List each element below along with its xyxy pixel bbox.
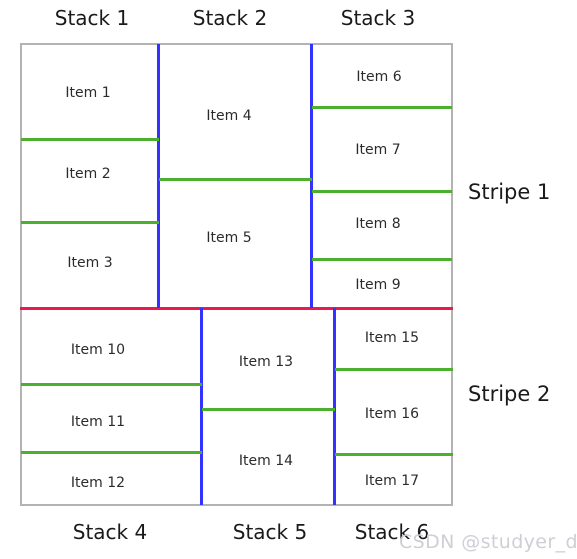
- item-divider-stack6-div1: [335, 368, 453, 371]
- item-divider-stack3-div1: [312, 106, 452, 109]
- item-divider-stack1-div2: [21, 221, 159, 224]
- stack-footer-label-5: Stack 5: [232, 520, 308, 544]
- item-label-10: Item 10: [70, 342, 126, 358]
- item-label-13: Item 13: [238, 354, 294, 370]
- item-divider-stack4-div1: [21, 383, 202, 386]
- item-divider-stack1-div1: [21, 138, 159, 141]
- stack-footer-label-4: Stack 4: [72, 520, 148, 544]
- stack-header-label-2: Stack 2: [192, 6, 268, 30]
- item-label-2: Item 2: [65, 166, 111, 182]
- diagram-canvas: Stack 1 Stack 2 Stack 3 Stack 4 Stack 5 Stack…: [0, 0, 577, 559]
- item-label-3: Item 3: [67, 255, 113, 271]
- item-label-17: Item 17: [364, 473, 420, 489]
- item-divider-stack3-div2: [312, 190, 452, 193]
- item-divider-stack2-div1: [159, 178, 312, 181]
- item-label-9: Item 9: [355, 277, 401, 293]
- item-divider-stack5-div1: [202, 408, 335, 411]
- item-label-7: Item 7: [355, 142, 401, 158]
- item-label-11: Item 11: [70, 414, 126, 430]
- stack-footer-label-6: Stack 6: [354, 520, 430, 544]
- item-label-6: Item 6: [356, 69, 402, 85]
- stripe-label-1: Stripe 1: [468, 180, 551, 204]
- stack-header-label-1: Stack 1: [54, 6, 130, 30]
- item-label-4: Item 4: [206, 108, 252, 124]
- stripe-divider-line: [20, 307, 453, 310]
- item-label-14: Item 14: [238, 453, 294, 469]
- stack-header-label-3: Stack 3: [340, 6, 416, 30]
- item-label-15: Item 15: [364, 330, 420, 346]
- stack-divider-stack2-stack3: [310, 44, 313, 308]
- item-label-1: Item 1: [65, 85, 111, 101]
- stack-divider-stack1-stack2: [157, 44, 160, 308]
- item-divider-stack4-div2: [21, 451, 202, 454]
- stack-divider-stack4-stack5: [200, 308, 203, 505]
- item-label-16: Item 16: [364, 406, 420, 422]
- stripe-label-2: Stripe 2: [468, 382, 551, 406]
- item-divider-stack3-div3: [312, 258, 452, 261]
- item-label-12: Item 12: [70, 475, 126, 491]
- item-divider-stack6-div2: [335, 453, 453, 456]
- item-label-5: Item 5: [206, 230, 252, 246]
- item-label-8: Item 8: [355, 216, 401, 232]
